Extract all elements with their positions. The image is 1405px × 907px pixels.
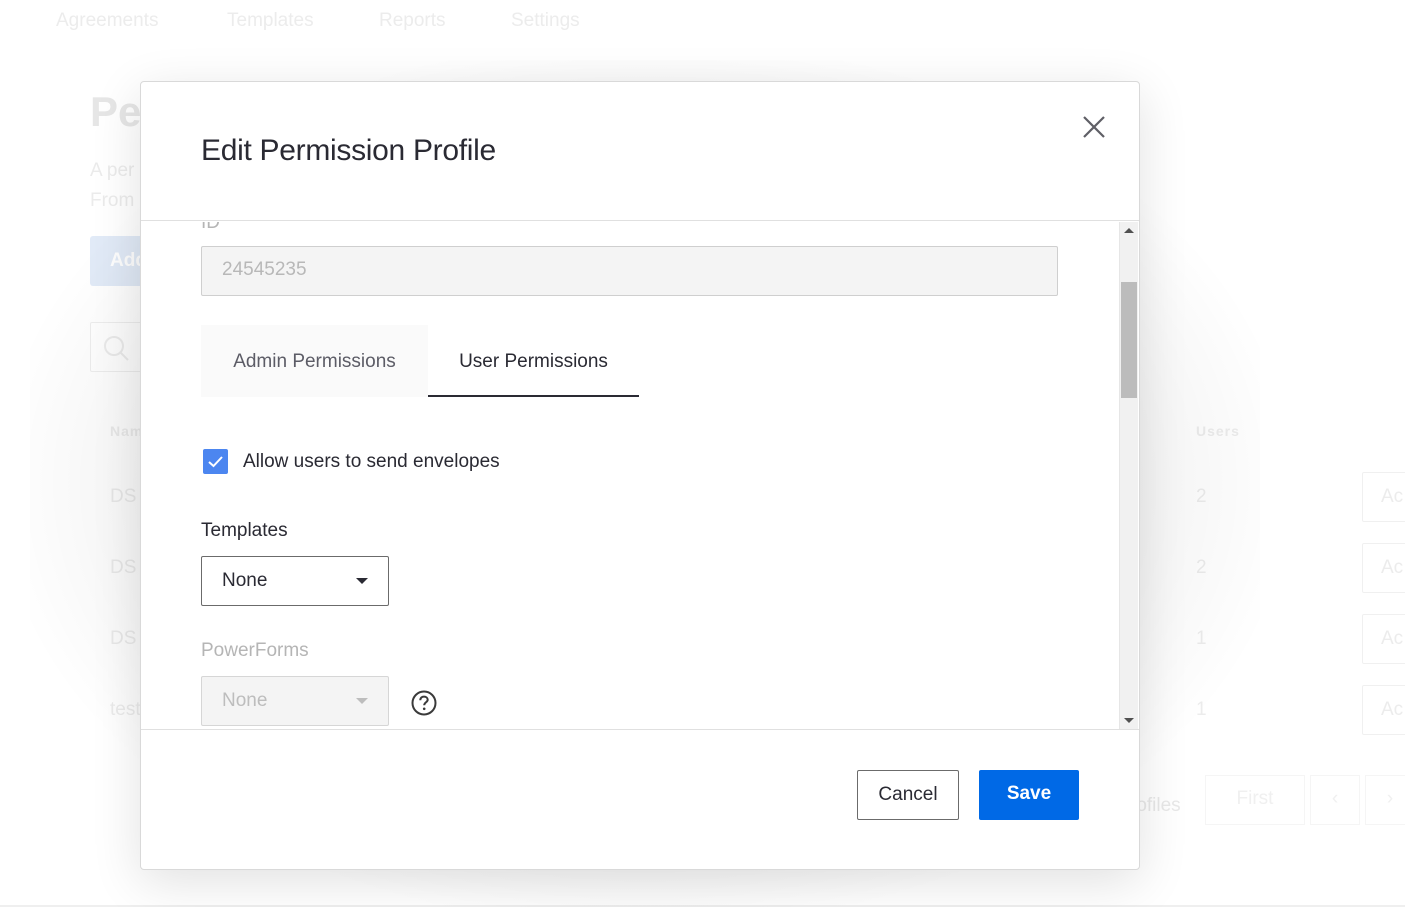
id-field: 24545235 <box>201 246 1058 296</box>
table-cell-name: DS <box>110 628 137 649</box>
scroll-down-arrow-icon[interactable] <box>1124 718 1134 723</box>
tab-admin-permissions[interactable]: Admin Permissions <box>201 325 428 397</box>
top-navigation: Agreements Templates Reports Settings <box>0 0 1405 56</box>
pagination-next-button[interactable]: › <box>1365 775 1405 825</box>
powerforms-label: PowerForms <box>201 640 309 661</box>
table-cell-users: 1 <box>1196 628 1207 649</box>
row-action-button[interactable]: Ac <box>1362 614 1405 664</box>
modal-scrollbar[interactable] <box>1119 222 1138 729</box>
row-action-button[interactable]: Ac <box>1362 543 1405 593</box>
powerforms-select-value: None <box>222 690 268 711</box>
page-description-line: A per <box>90 160 135 181</box>
table-cell-users: 2 <box>1196 486 1207 507</box>
row-action-button[interactable]: Ac <box>1362 472 1405 522</box>
nav-reports[interactable]: Reports <box>379 10 446 32</box>
page-description-line: From <box>90 190 135 211</box>
edit-permission-profile-dialog: Edit Permission Profile ID 24545235 Admi… <box>140 81 1140 870</box>
chevron-down-icon <box>356 698 368 704</box>
table-cell-users: 2 <box>1196 557 1207 578</box>
checkmark-icon <box>208 456 223 468</box>
table-cell-name: DS <box>110 486 137 507</box>
row-action-button[interactable]: Ac <box>1362 685 1405 735</box>
close-button[interactable] <box>1079 112 1109 142</box>
modal-footer: Cancel Save <box>141 729 1139 869</box>
search-icon <box>104 336 129 361</box>
powerforms-help-button[interactable] <box>411 690 437 716</box>
allow-send-envelopes-label[interactable]: Allow users to send envelopes <box>243 451 500 473</box>
modal-title: Edit Permission Profile <box>201 134 496 167</box>
chevron-down-icon <box>356 578 368 584</box>
nav-settings[interactable]: Settings <box>511 10 580 32</box>
tab-user-permissions[interactable]: User Permissions <box>428 325 639 397</box>
table-cell-users: 1 <box>1196 699 1207 720</box>
table-cell-name: DS <box>110 557 137 578</box>
modal-header: Edit Permission Profile <box>141 82 1139 221</box>
pagination-first-button[interactable]: First <box>1205 775 1305 825</box>
templates-label: Templates <box>201 520 288 541</box>
pagination-prev-button[interactable]: ‹ <box>1310 775 1360 825</box>
question-circle-icon <box>411 690 437 716</box>
cancel-button[interactable]: Cancel <box>857 770 959 820</box>
id-field-label: ID <box>201 222 220 233</box>
save-button[interactable]: Save <box>979 770 1079 820</box>
scroll-up-arrow-icon[interactable] <box>1124 228 1134 233</box>
column-header-users[interactable]: Users <box>1196 423 1240 439</box>
allow-send-envelopes-checkbox[interactable] <box>203 449 228 474</box>
templates-select-value: None <box>222 570 268 591</box>
nav-templates[interactable]: Templates <box>227 10 314 32</box>
scrollbar-thumb[interactable] <box>1121 282 1137 398</box>
templates-select[interactable]: None <box>201 556 389 606</box>
modal-body: ID 24545235 Admin Permissions User Permi… <box>141 222 1119 729</box>
powerforms-select: None <box>201 676 389 726</box>
nav-agreements[interactable]: Agreements <box>56 10 158 32</box>
table-cell-name: test <box>110 699 141 720</box>
close-icon <box>1083 116 1105 138</box>
